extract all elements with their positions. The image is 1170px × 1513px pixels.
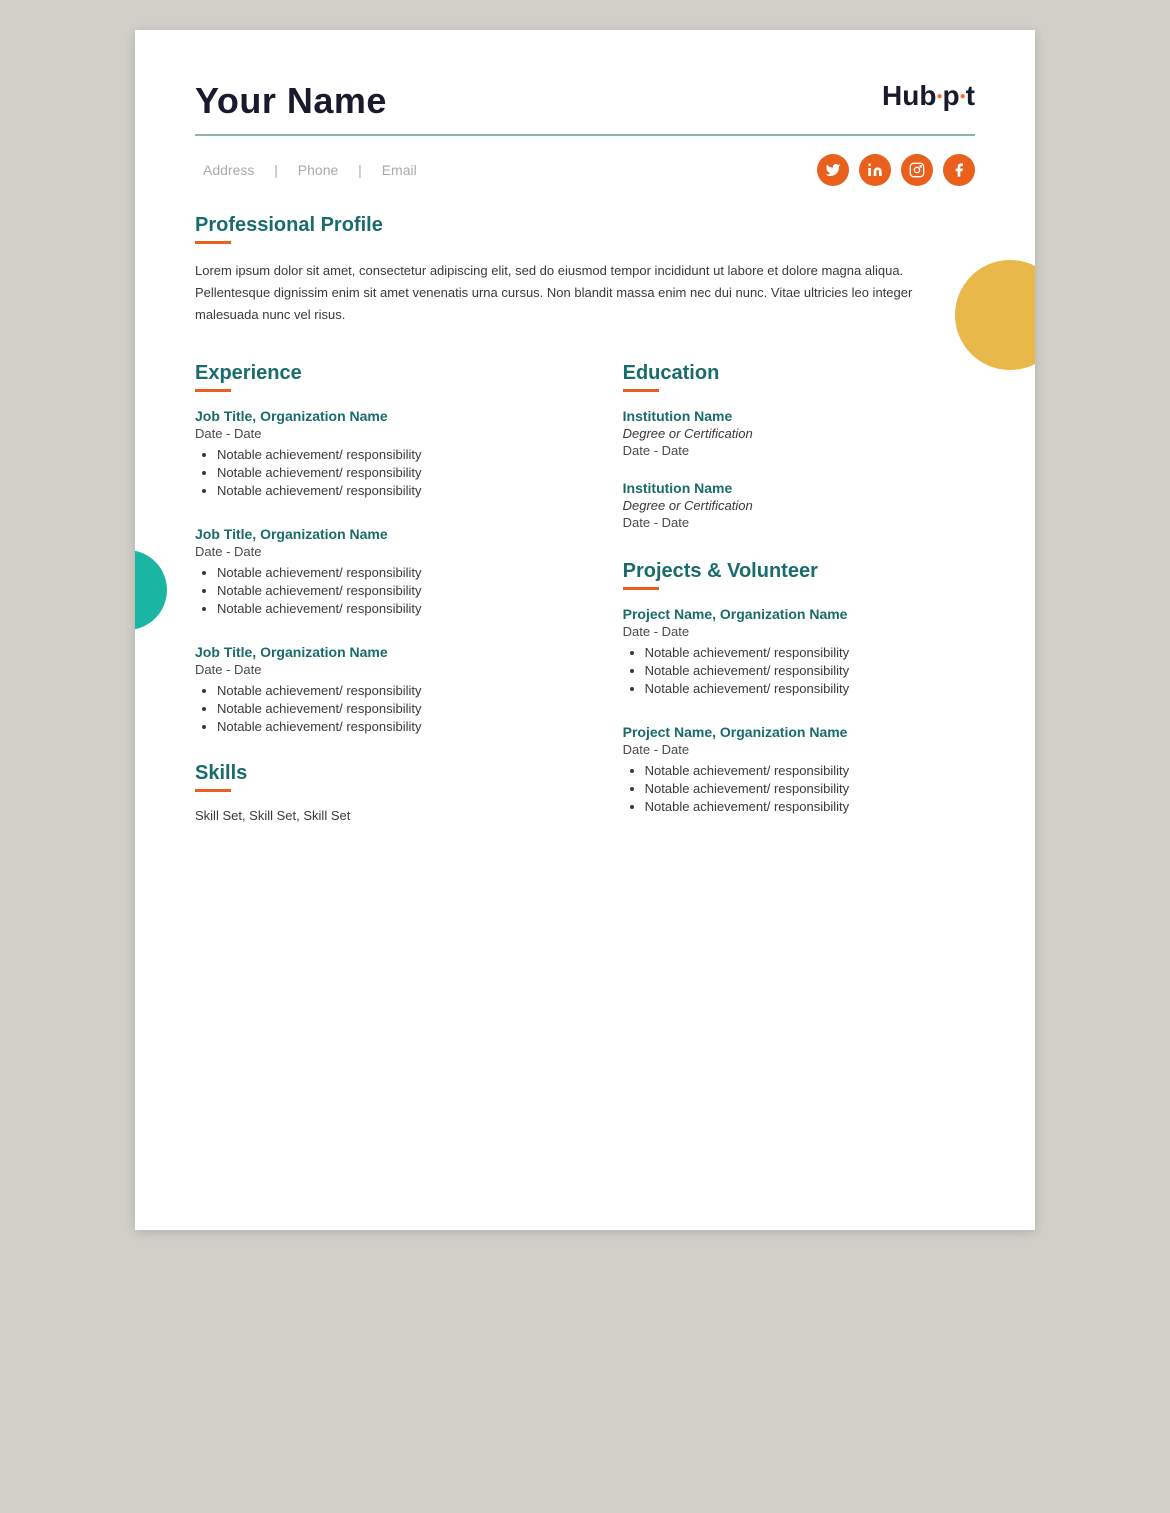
projects-section: Projects & Volunteer Project Name, Organ… [623, 560, 975, 814]
education-underline [623, 389, 659, 392]
skills-text: Skill Set, Skill Set, Skill Set [195, 808, 583, 823]
job-bullets-1: Notable achievement/ responsibility Nota… [195, 447, 583, 498]
project-item-1: Project Name, Organization Name Date - D… [623, 606, 975, 696]
education-header: Education [623, 362, 975, 392]
deco-leaf [135, 550, 167, 630]
profile-section: Professional Profile Lorem ipsum dolor s… [195, 214, 975, 326]
job-title-2: Job Title, Organization Name [195, 526, 583, 542]
edu-date-2: Date - Date [623, 515, 975, 530]
profile-header: Professional Profile [195, 214, 975, 244]
edu-item-2: Institution Name Degree or Certification… [623, 480, 975, 530]
social-icons [817, 154, 975, 186]
profile-underline [195, 241, 231, 244]
twitter-icon[interactable] [817, 154, 849, 186]
skills-header: Skills [195, 762, 583, 792]
header: Your Name Hub●p●t [195, 80, 975, 122]
edu-name-1: Institution Name [623, 408, 975, 424]
hubspot-logo: Hub●p●t [882, 80, 975, 112]
education-section: Education Institution Name Degree or Cer… [623, 362, 975, 530]
experience-header: Experience [195, 362, 583, 392]
hubspot-spot: p [943, 80, 960, 112]
job-title-3: Job Title, Organization Name [195, 644, 583, 660]
two-column-layout: Experience Job Title, Organization Name … [195, 362, 975, 842]
facebook-icon[interactable] [943, 154, 975, 186]
bullet: Notable achievement/ responsibility [217, 483, 583, 498]
job-date-3: Date - Date [195, 662, 583, 677]
project-title-2: Project Name, Organization Name [623, 724, 975, 740]
bullet: Notable achievement/ responsibility [217, 601, 583, 616]
profile-title: Professional Profile [195, 214, 975, 237]
contact-phone: Phone [298, 162, 338, 178]
edu-degree-1: Degree or Certification [623, 426, 975, 441]
project-title-1: Project Name, Organization Name [623, 606, 975, 622]
bullet: Notable achievement/ responsibility [645, 799, 975, 814]
edu-item-1: Institution Name Degree or Certification… [623, 408, 975, 458]
project-date-2: Date - Date [623, 742, 975, 757]
skills-underline [195, 789, 231, 792]
bullet: Notable achievement/ responsibility [645, 663, 975, 678]
left-column: Experience Job Title, Organization Name … [195, 362, 583, 842]
education-title: Education [623, 362, 975, 385]
skills-section: Skills Skill Set, Skill Set, Skill Set [195, 762, 583, 823]
edu-degree-2: Degree or Certification [623, 498, 975, 513]
skills-title: Skills [195, 762, 583, 785]
job-bullets-2: Notable achievement/ responsibility Nota… [195, 565, 583, 616]
bullet: Notable achievement/ responsibility [645, 763, 975, 778]
job-title-1: Job Title, Organization Name [195, 408, 583, 424]
contact-info: Address | Phone | Email [195, 162, 425, 178]
experience-title: Experience [195, 362, 583, 385]
project-bullets-2: Notable achievement/ responsibility Nota… [623, 763, 975, 814]
contact-email: Email [382, 162, 417, 178]
project-item-2: Project Name, Organization Name Date - D… [623, 724, 975, 814]
job-bullets-3: Notable achievement/ responsibility Nota… [195, 683, 583, 734]
bullet: Notable achievement/ responsibility [217, 719, 583, 734]
bullet: Notable achievement/ responsibility [217, 447, 583, 462]
bullet: Notable achievement/ responsibility [217, 465, 583, 480]
contact-row: Address | Phone | Email [195, 154, 975, 186]
bullet: Notable achievement/ responsibility [645, 681, 975, 696]
project-date-1: Date - Date [623, 624, 975, 639]
edu-date-1: Date - Date [623, 443, 975, 458]
projects-header: Projects & Volunteer [623, 560, 975, 590]
job-date-1: Date - Date [195, 426, 583, 441]
profile-text: Lorem ipsum dolor sit amet, consectetur … [195, 260, 975, 326]
bullet: Notable achievement/ responsibility [645, 781, 975, 796]
job-date-2: Date - Date [195, 544, 583, 559]
projects-title: Projects & Volunteer [623, 560, 975, 583]
bullet: Notable achievement/ responsibility [645, 645, 975, 660]
bullet: Notable achievement/ responsibility [217, 583, 583, 598]
instagram-icon[interactable] [901, 154, 933, 186]
bullet: Notable achievement/ responsibility [217, 565, 583, 580]
job-item-2: Job Title, Organization Name Date - Date… [195, 526, 583, 616]
contact-sep2: | [358, 162, 362, 178]
contact-sep1: | [274, 162, 278, 178]
project-bullets-1: Notable achievement/ responsibility Nota… [623, 645, 975, 696]
hubspot-t: t [966, 80, 975, 112]
contact-address: Address [203, 162, 254, 178]
edu-name-2: Institution Name [623, 480, 975, 496]
experience-underline [195, 389, 231, 392]
resume-page: Your Name Hub●p●t Address | Phone | Emai… [135, 30, 1035, 1230]
linkedin-icon[interactable] [859, 154, 891, 186]
hubspot-hub: Hub [882, 80, 936, 112]
bullet: Notable achievement/ responsibility [217, 701, 583, 716]
header-divider [195, 134, 975, 136]
resume-name: Your Name [195, 80, 387, 122]
projects-underline [623, 587, 659, 590]
bullet: Notable achievement/ responsibility [217, 683, 583, 698]
job-item-3: Job Title, Organization Name Date - Date… [195, 644, 583, 734]
experience-section: Experience Job Title, Organization Name … [195, 362, 583, 734]
job-item-1: Job Title, Organization Name Date - Date… [195, 408, 583, 498]
right-column: Education Institution Name Degree or Cer… [623, 362, 975, 842]
